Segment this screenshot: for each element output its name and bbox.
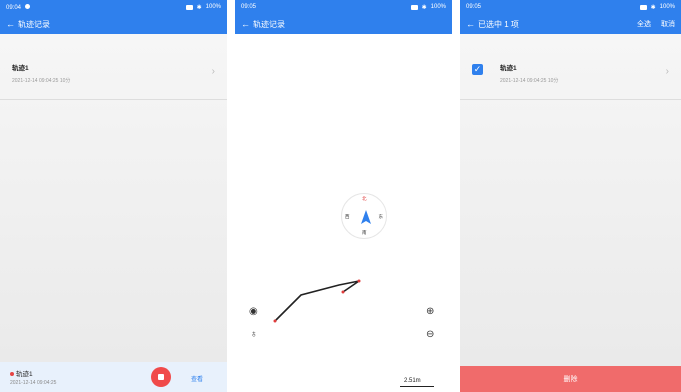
chevron-right-icon: › [665,66,669,77]
battery-level: 100% [659,4,675,10]
select-all-button[interactable]: 全选 [637,19,651,29]
scale-bar [400,386,434,387]
back-arrow-icon[interactable]: ← [466,19,475,29]
app-bar: ← 轨迹记录 [0,14,227,34]
phone-screen-track-list: 09:04 ✱ 100% ← 轨迹记录 轨迹1 2021-12-14 09:04:… [0,0,227,392]
recording-time: 2021-12-14 09:04:25 [10,380,57,386]
view-button[interactable]: 查看 [191,374,203,383]
bluetooth-icon: ✱ [196,4,202,11]
status-bar: 09:05 ✱ 100% [460,0,681,14]
status-bar: 09:04 ✱ 100% [0,0,227,14]
record-dot-icon [25,3,31,9]
track-title: 轨迹1 [500,65,517,72]
zoom-in-icon[interactable]: ⊕ [426,306,434,317]
recording-dot-icon [10,372,14,376]
list-item[interactable]: 轨迹1 2021-12-14 09:04:25 10分 › [0,50,227,98]
sim-icon [639,4,647,10]
track-meta: 2021-12-14 09:04:25 10分 [500,78,559,84]
checkbox-checked-icon[interactable]: ✓ [472,64,483,75]
page-title: 已选中 1 项 [478,19,519,29]
sim-icon [185,4,193,10]
delete-button[interactable]: 删除 [460,366,681,392]
page-title: 轨迹记录 [18,19,50,29]
zoom-out-icon[interactable]: ⊖ [426,329,434,340]
chevron-right-icon: › [211,66,215,77]
phone-screen-select-mode: 09:05 ✱ 100% ← 已选中 1 项 全选 取消 ✓ 轨迹1 2021-1… [460,0,681,392]
recording-title: 轨迹1 [16,371,33,378]
separator [227,0,235,392]
battery-level: 100% [205,4,221,10]
separator [452,0,460,392]
back-arrow-icon[interactable]: ← [6,19,15,29]
recording-panel: 轨迹1 2021-12-14 09:04:25 查看 [0,362,227,392]
app-bar: ← 已选中 1 项 全选 取消 [460,14,681,34]
divider [0,99,227,100]
navigation-icon[interactable]: ♁ [250,329,258,340]
divider [460,99,681,100]
track-meta: 2021-12-14 09:04:25 10分 [12,78,71,84]
phone-screen-track-map: 09:05 ✱ 100% ← 轨迹记录 北 东 南 西 ◉ ♁ ⊕ ⊖ 2.51m [235,0,452,392]
status-time: 09:05 [466,4,482,10]
track-path [273,279,361,323]
scale-label: 2.51m [404,378,421,384]
stop-record-button[interactable] [151,367,171,387]
globe-icon[interactable]: ◉ [249,306,258,317]
list-item[interactable]: 轨迹1 2021-12-14 09:04:25 10分 › [488,50,681,98]
status-time: 09:04 [6,4,22,11]
bluetooth-icon: ✱ [650,4,656,11]
cancel-button[interactable]: 取消 [661,19,675,29]
track-title: 轨迹1 [12,65,29,72]
